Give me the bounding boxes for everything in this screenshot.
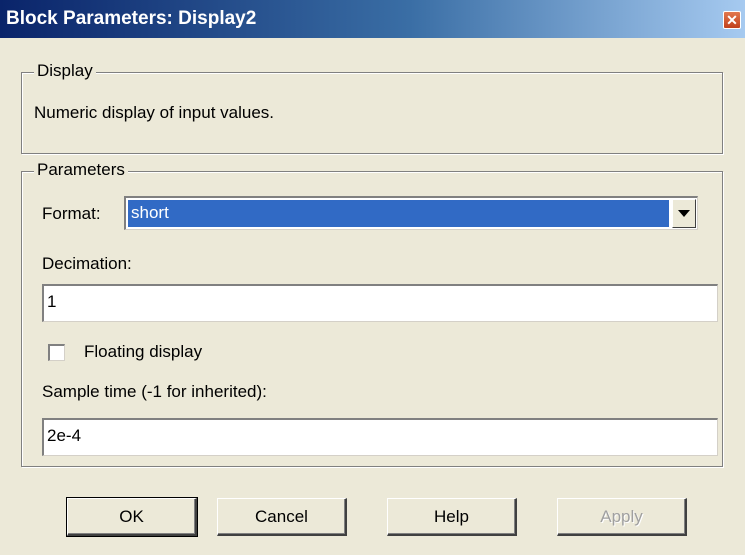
format-label: Format: xyxy=(42,204,101,223)
help-button[interactable]: Help xyxy=(387,498,517,536)
window-title: Block Parameters: Display2 xyxy=(6,8,257,29)
ok-button[interactable]: OK xyxy=(66,497,198,537)
floating-display-checkbox[interactable] xyxy=(48,344,65,361)
decimation-input[interactable]: 1 xyxy=(42,284,718,322)
close-button[interactable]: ✕ xyxy=(723,11,741,29)
dropdown-button[interactable] xyxy=(672,199,696,228)
decimation-label: Decimation: xyxy=(42,254,132,273)
cancel-button[interactable]: Cancel xyxy=(217,498,347,536)
display-group: Display Numeric display of input values. xyxy=(21,61,723,154)
parameters-group-legend: Parameters xyxy=(34,160,128,180)
apply-button[interactable]: Apply xyxy=(557,498,687,536)
title-bar[interactable]: Block Parameters: Display2 ✕ xyxy=(0,0,745,38)
format-select[interactable]: short xyxy=(124,196,698,230)
sample-time-input[interactable]: 2e-4 xyxy=(42,418,718,456)
floating-display-label[interactable]: Floating display xyxy=(84,342,202,362)
display-group-legend: Display xyxy=(34,61,96,81)
format-select-value: short xyxy=(128,200,669,227)
sample-time-label: Sample time (-1 for inherited): xyxy=(42,382,267,401)
chevron-down-icon xyxy=(678,210,690,217)
close-icon: ✕ xyxy=(726,12,738,28)
parameters-group: Parameters Format: short Decimation: 1 F… xyxy=(21,160,723,467)
display-description: Numeric display of input values. xyxy=(34,103,275,122)
